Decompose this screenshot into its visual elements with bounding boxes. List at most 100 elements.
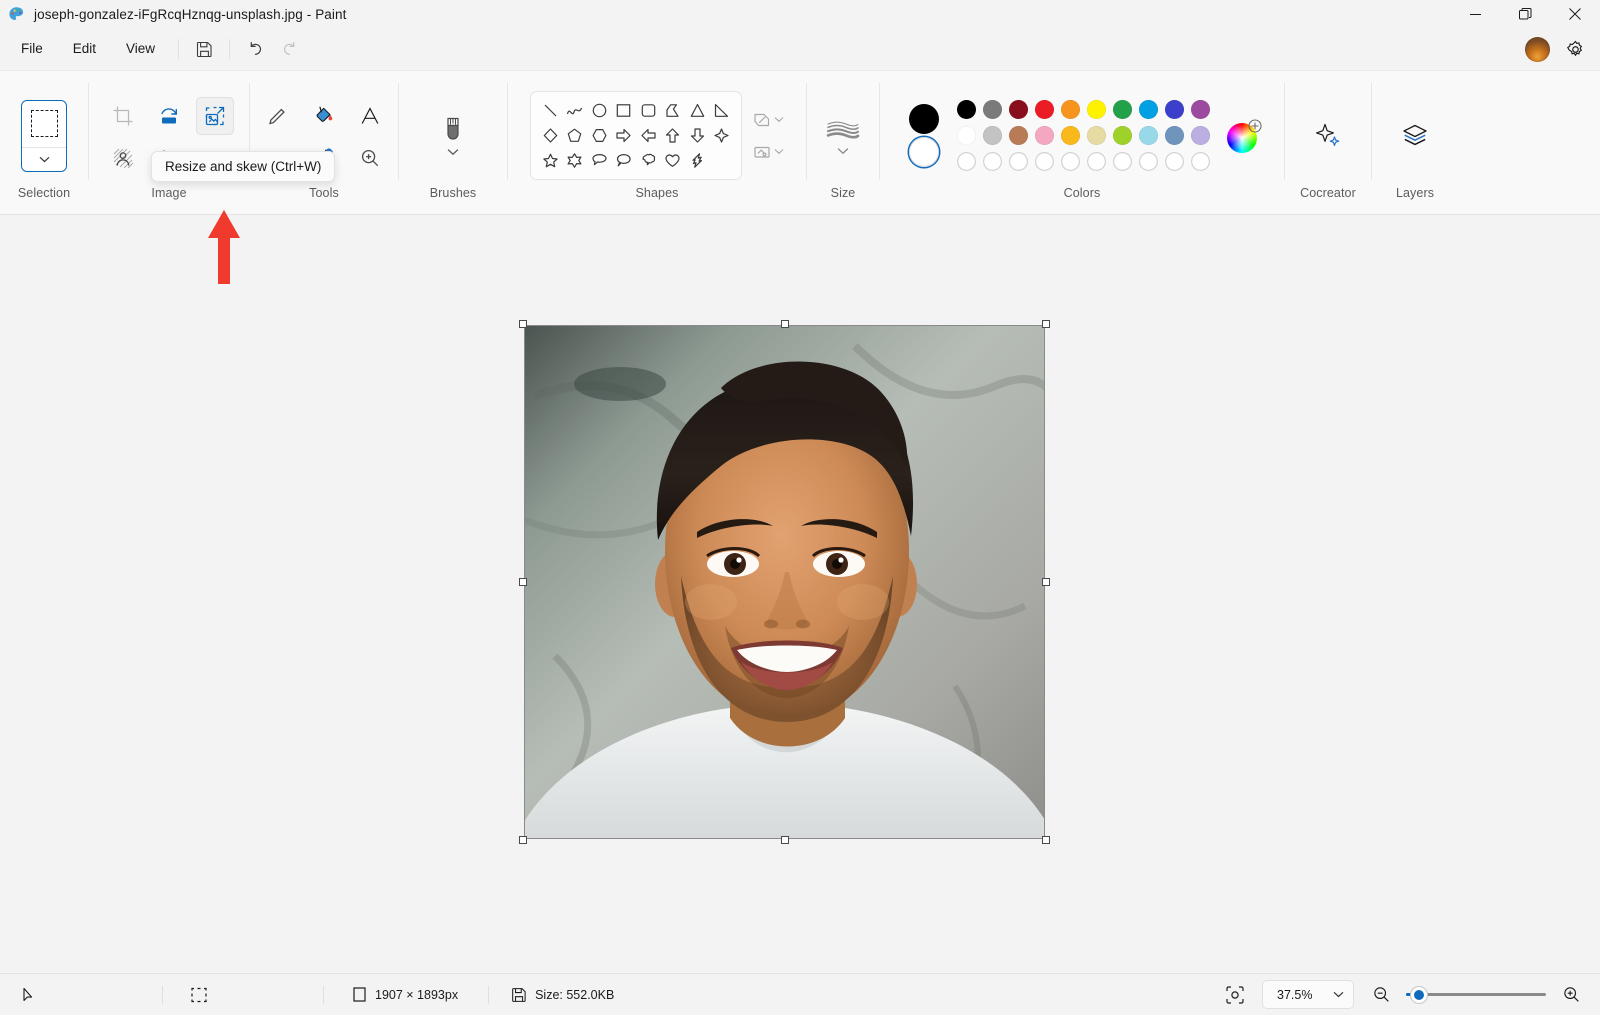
color-swatch-r3-c5[interactable] bbox=[1061, 152, 1080, 171]
color-swatch-r2-c9[interactable] bbox=[1165, 126, 1184, 145]
line-shape[interactable] bbox=[541, 101, 560, 120]
selection-handle-bottom-left[interactable] bbox=[519, 836, 527, 844]
color-swatch-r2-c5[interactable] bbox=[1061, 126, 1080, 145]
heart-shape[interactable] bbox=[663, 151, 682, 170]
color-swatch-r3-c1[interactable] bbox=[957, 152, 976, 171]
color-swatch-r2-c1[interactable] bbox=[957, 126, 976, 145]
five-point-star-shape[interactable] bbox=[541, 151, 560, 170]
four-point-star-shape[interactable] bbox=[712, 126, 731, 145]
rectangular-selection-tool[interactable] bbox=[21, 100, 67, 172]
pentagon-shape[interactable] bbox=[565, 126, 584, 145]
color-swatch-r2-c8[interactable] bbox=[1139, 126, 1158, 145]
user-avatar[interactable] bbox=[1525, 37, 1550, 62]
color-swatch-r2-c2[interactable] bbox=[983, 126, 1002, 145]
color-swatch-r3-c8[interactable] bbox=[1139, 152, 1158, 171]
curve-shape[interactable] bbox=[565, 101, 584, 120]
minimize-button[interactable] bbox=[1450, 0, 1500, 28]
color-swatch-r1-c2[interactable] bbox=[983, 100, 1002, 119]
primary-color-swatch[interactable] bbox=[909, 104, 939, 134]
color-swatch-r1-c9[interactable] bbox=[1165, 100, 1184, 119]
color-swatch-r1-c1[interactable] bbox=[957, 100, 976, 119]
color-swatch-r1-c4[interactable] bbox=[1035, 100, 1054, 119]
six-point-star-shape[interactable] bbox=[565, 151, 584, 170]
color-swatch-r2-c4[interactable] bbox=[1035, 126, 1054, 145]
selection-handle-top-middle[interactable] bbox=[781, 320, 789, 328]
color-swatch-r1-c5[interactable] bbox=[1061, 100, 1080, 119]
magnifier-icon[interactable] bbox=[351, 139, 389, 177]
color-swatch-r3-c4[interactable] bbox=[1035, 152, 1054, 171]
save-icon[interactable] bbox=[187, 34, 221, 64]
rotate-icon[interactable] bbox=[150, 97, 188, 135]
close-button[interactable] bbox=[1550, 0, 1600, 28]
zoom-slider-thumb[interactable] bbox=[1411, 987, 1427, 1003]
color-swatch-r1-c10[interactable] bbox=[1191, 100, 1210, 119]
oval-shape[interactable] bbox=[590, 101, 609, 120]
remove-background-icon[interactable] bbox=[104, 139, 142, 177]
color-swatch-r3-c6[interactable] bbox=[1087, 152, 1106, 171]
pencil-icon[interactable] bbox=[259, 97, 297, 135]
selection-handle-middle-left[interactable] bbox=[519, 578, 527, 586]
down-arrow-shape[interactable] bbox=[688, 126, 707, 145]
right-triangle-shape[interactable] bbox=[712, 101, 731, 120]
brushes-chevron-down-icon[interactable] bbox=[447, 148, 459, 156]
rounded-callout-shape[interactable] bbox=[590, 151, 609, 170]
rectangle-shape[interactable] bbox=[614, 101, 633, 120]
gear-icon[interactable] bbox=[1560, 34, 1590, 64]
maximize-restore-button[interactable] bbox=[1500, 0, 1550, 28]
size-chevron-down-icon[interactable] bbox=[837, 147, 849, 155]
color-swatch-r2-c7[interactable] bbox=[1113, 126, 1132, 145]
outline-style-option[interactable] bbox=[752, 110, 784, 130]
selection-handle-top-left[interactable] bbox=[519, 320, 527, 328]
selection-handle-top-right[interactable] bbox=[1042, 320, 1050, 328]
lightning-shape[interactable] bbox=[688, 151, 707, 170]
triangle-shape[interactable] bbox=[688, 101, 707, 120]
color-swatch-r3-c3[interactable] bbox=[1009, 152, 1028, 171]
brush-icon[interactable] bbox=[440, 116, 466, 146]
rounded-rectangle-shape[interactable] bbox=[639, 101, 658, 120]
diamond-shape[interactable] bbox=[541, 126, 560, 145]
zoom-slider-control[interactable] bbox=[1364, 980, 1588, 1010]
right-arrow-shape[interactable] bbox=[614, 126, 633, 145]
zoom-out-icon[interactable] bbox=[1364, 980, 1398, 1010]
oval-callout-shape[interactable] bbox=[614, 151, 633, 170]
color-swatch-r2-c10[interactable] bbox=[1191, 126, 1210, 145]
color-swatch-r1-c7[interactable] bbox=[1113, 100, 1132, 119]
zoom-slider-track[interactable] bbox=[1406, 986, 1546, 1004]
image-selection-frame[interactable] bbox=[524, 325, 1045, 839]
selection-chevron-down-icon[interactable] bbox=[22, 147, 66, 171]
color-swatch-r3-c9[interactable] bbox=[1165, 152, 1184, 171]
color-swatch-r2-c6[interactable] bbox=[1087, 126, 1106, 145]
resize-and-skew-button[interactable] bbox=[196, 97, 234, 135]
sparkle-icon[interactable] bbox=[1307, 115, 1349, 157]
menu-edit[interactable]: Edit bbox=[58, 36, 111, 62]
size-control[interactable] bbox=[826, 117, 860, 155]
zoom-in-icon[interactable] bbox=[1554, 980, 1588, 1010]
canvas-area[interactable] bbox=[0, 215, 1600, 973]
layers-icon[interactable] bbox=[1394, 115, 1436, 157]
color-swatch-r3-c10[interactable] bbox=[1191, 152, 1210, 171]
cloud-callout-shape[interactable] bbox=[639, 151, 658, 170]
fill-style-option[interactable] bbox=[752, 142, 784, 162]
portrait-photo[interactable] bbox=[524, 325, 1045, 839]
selection-handle-bottom-middle[interactable] bbox=[781, 836, 789, 844]
brush-size-icon[interactable] bbox=[826, 117, 860, 141]
fit-to-window-icon[interactable] bbox=[1218, 980, 1252, 1010]
text-icon[interactable] bbox=[351, 97, 389, 135]
fill-bucket-icon[interactable] bbox=[305, 97, 343, 135]
left-arrow-shape[interactable] bbox=[639, 126, 658, 145]
plus-icon[interactable] bbox=[1248, 119, 1262, 133]
color-swatch-r3-c2[interactable] bbox=[983, 152, 1002, 171]
zoom-level-select[interactable]: 37.5% bbox=[1262, 980, 1354, 1009]
brushes-control[interactable] bbox=[440, 116, 466, 156]
color-swatch-r3-c7[interactable] bbox=[1113, 152, 1132, 171]
menu-view[interactable]: View bbox=[111, 36, 170, 62]
selection-handle-bottom-right[interactable] bbox=[1042, 836, 1050, 844]
undo-icon[interactable] bbox=[238, 34, 272, 64]
crop-icon[interactable] bbox=[104, 97, 142, 135]
polygon-shape[interactable] bbox=[663, 101, 682, 120]
color-swatch-r1-c3[interactable] bbox=[1009, 100, 1028, 119]
color-wheel-control[interactable] bbox=[1227, 119, 1261, 153]
up-arrow-shape[interactable] bbox=[663, 126, 682, 145]
selection-handle-middle-right[interactable] bbox=[1042, 578, 1050, 586]
secondary-color-swatch[interactable] bbox=[909, 137, 939, 167]
